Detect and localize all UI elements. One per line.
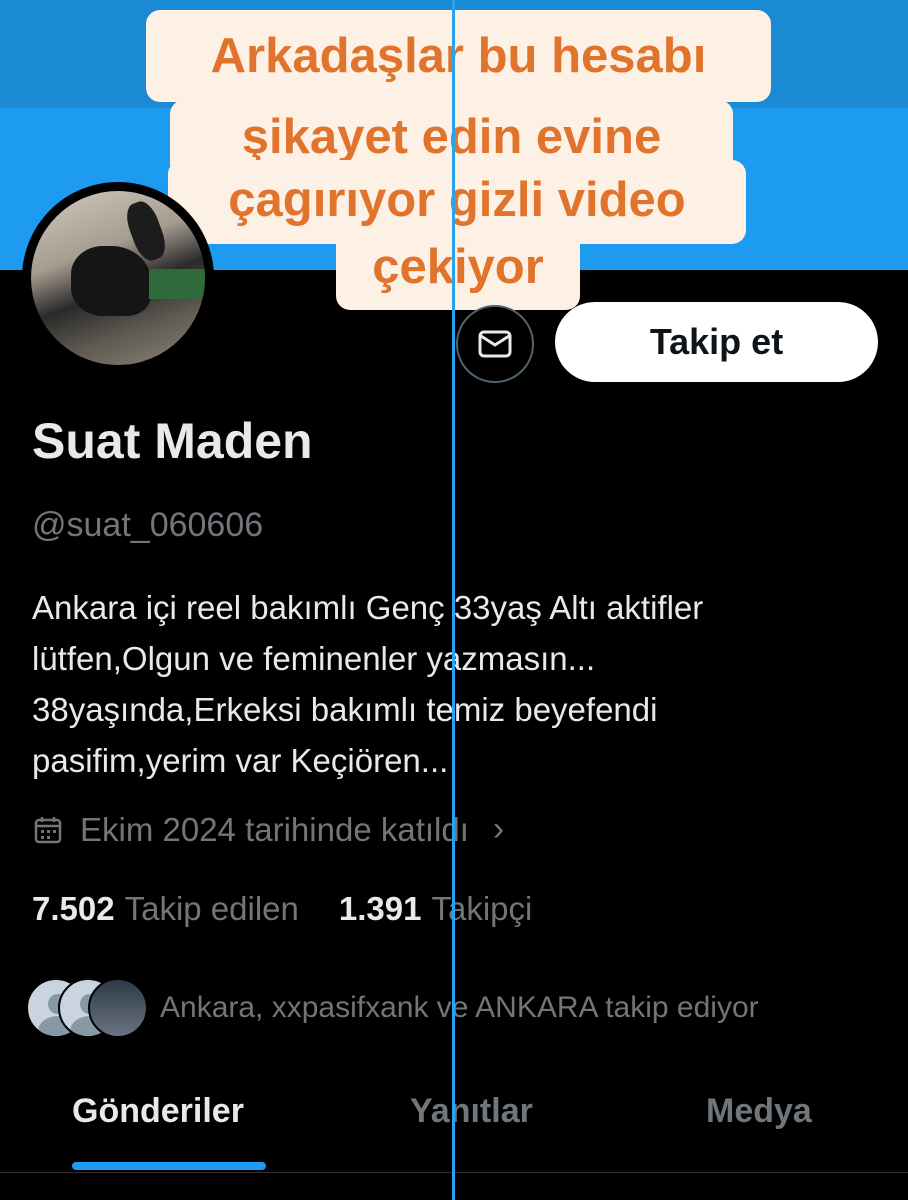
vertical-divider-line	[452, 0, 455, 1200]
following-stat[interactable]: 7.502 Takip edilen	[32, 890, 299, 928]
mail-icon	[478, 330, 512, 358]
message-button[interactable]	[456, 305, 534, 383]
tab-replies[interactable]: Yanıtlar	[410, 1092, 533, 1131]
caption-line-1: Arkadaşlar bu hesabı	[146, 10, 771, 102]
tab-media[interactable]: Medya	[706, 1092, 812, 1131]
following-count: 7.502	[32, 890, 115, 927]
avatar-photo	[31, 191, 205, 365]
caption-line-4: çekiyor	[336, 228, 580, 310]
bio-line: Ankara içi reel bakımlı Genç 33yaş Altı …	[32, 589, 704, 626]
joined-date-row[interactable]: Ekim 2024 tarihinde katıldı ›	[32, 810, 504, 849]
bio-line: lütfen,Olgun ve feminenler yazmasın...	[32, 640, 596, 677]
calendar-icon	[34, 816, 62, 843]
profile-handle: @suat_060606	[32, 506, 264, 544]
following-label: Takip edilen	[124, 890, 299, 927]
follower-avatar	[88, 978, 148, 1038]
chevron-right-icon: ›	[492, 810, 505, 848]
followers-count: 1.391	[338, 890, 422, 927]
followers-label: Takipçi	[431, 890, 533, 927]
profile-name: Suat Maden	[32, 413, 313, 469]
followers-stat[interactable]: 1.391 Takipçi	[339, 890, 532, 928]
bio-line: pasifim,yerim var Keçiören...	[32, 742, 449, 779]
tab-posts[interactable]: Gönderiler	[72, 1092, 244, 1131]
bio-line: 38yaşında,Erkeksi bakımlı temiz beyefend…	[32, 691, 658, 728]
profile-bio: Ankara içi reel bakımlı Genç 33yaş Altı …	[32, 582, 892, 786]
followed-by-row[interactable]: Ankara, xxpasifxank ve ANKARA takip ediy…	[26, 978, 759, 1038]
active-tab-indicator	[72, 1162, 266, 1170]
follow-stats: 7.502 Takip edilen 1.391 Takipçi	[32, 890, 532, 928]
follow-button[interactable]: Takip et	[555, 302, 878, 382]
followed-by-text: Ankara, xxpasifxank ve ANKARA takip ediy…	[160, 991, 759, 1024]
avatar[interactable]	[22, 182, 214, 374]
joined-text: Ekim 2024 tarihinde katıldı	[80, 810, 469, 848]
